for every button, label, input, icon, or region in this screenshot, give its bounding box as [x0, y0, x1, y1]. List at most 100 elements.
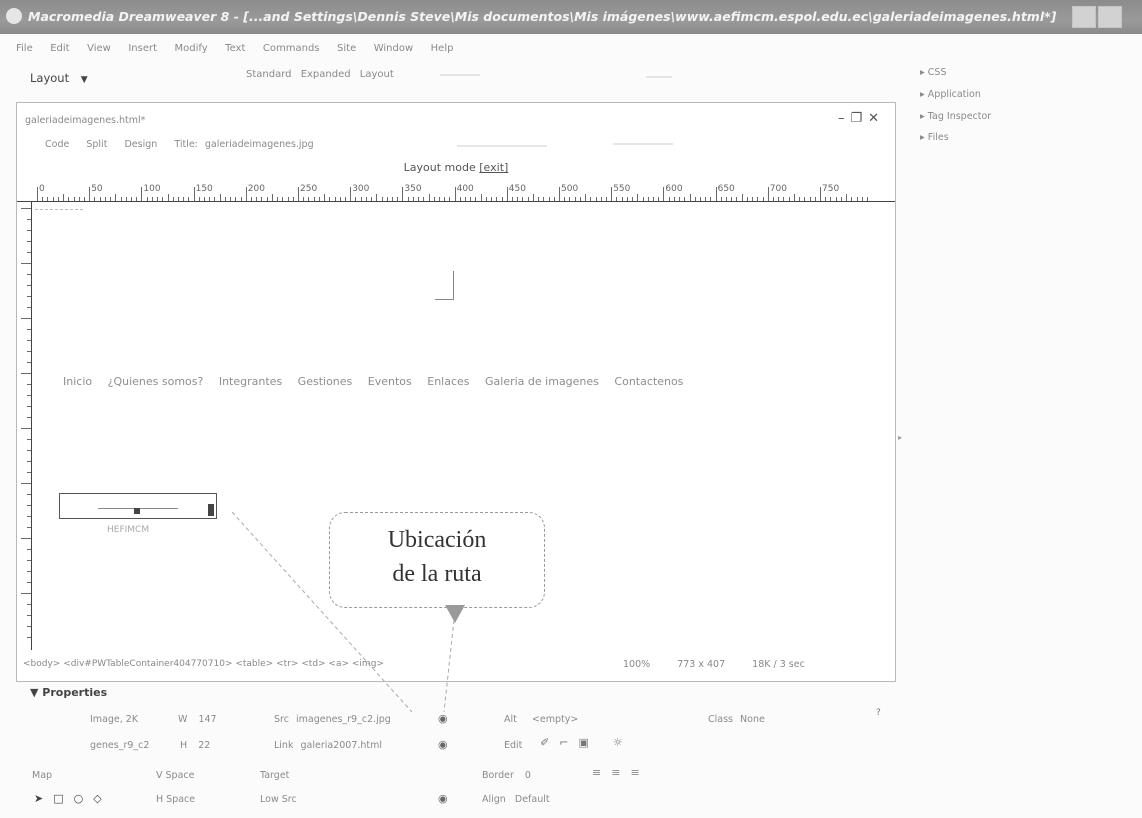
title-input[interactable]: galeriadeimagenes.jpg — [205, 139, 314, 150]
ruler-minor-tick — [465, 197, 467, 201]
help-icon[interactable]: ? — [876, 708, 881, 718]
pointer-hotspot-icon[interactable]: ➤ — [34, 792, 43, 805]
w-label: W — [178, 714, 188, 725]
nav-link-integrantes[interactable]: Integrantes — [219, 375, 282, 388]
restore-doc-icon[interactable]: ❐ — [850, 111, 868, 126]
document-tab[interactable]: galeriadeimagenes.html* — [25, 115, 145, 126]
vruler-tick — [27, 241, 31, 242]
vruler-tick — [27, 461, 31, 462]
align-center-icon[interactable]: ≡ — [611, 766, 620, 779]
status-bar: 100% 773 x 407 18K / 3 sec — [623, 659, 829, 670]
h-field[interactable]: 22 — [198, 740, 210, 751]
vruler-tick — [27, 274, 31, 275]
resize-handle-bottom[interactable] — [134, 508, 140, 514]
doc-toolbar-icons[interactable] — [457, 145, 547, 147]
nav-link-gestiones[interactable]: Gestiones — [298, 375, 353, 388]
layout-tools-icon[interactable] — [440, 74, 480, 76]
optimize-icon[interactable]: ✐ — [540, 736, 549, 749]
vruler-tick — [27, 472, 31, 473]
layout-mode-exit-link[interactable]: [exit] — [479, 161, 508, 174]
ruler-minor-tick — [423, 197, 425, 201]
brightness-icon[interactable]: ☼ — [613, 736, 623, 749]
class-select[interactable]: None — [740, 714, 765, 725]
ruler-minor-tick — [527, 197, 529, 201]
nav-link-quienes-somos[interactable]: ¿Quienes somos? — [108, 375, 204, 388]
vruler-tick — [27, 384, 31, 385]
ruler-minor-tick — [757, 197, 759, 201]
panel-collapse-arrow-icon[interactable]: ▸ — [898, 433, 902, 442]
design-view-button[interactable]: Design — [124, 139, 157, 150]
minimize-doc-icon[interactable]: – — [838, 111, 851, 126]
minimize-button[interactable] — [1072, 6, 1096, 28]
border-field[interactable]: 0 — [525, 770, 531, 781]
panel-tag-inspector[interactable]: ▸ Tag Inspector — [920, 111, 991, 122]
nav-link-enlaces[interactable]: Enlaces — [427, 375, 469, 388]
target-label: Target — [260, 770, 290, 781]
ruler-minor-tick — [856, 197, 858, 201]
resize-handle-right[interactable] — [208, 504, 214, 516]
maximize-button[interactable] — [1098, 6, 1122, 28]
menu-site[interactable]: Site — [337, 43, 356, 54]
selected-image[interactable] — [59, 493, 217, 519]
properties-header[interactable]: ▼ Properties — [30, 686, 107, 699]
resample-icon[interactable]: ▣ — [578, 736, 588, 749]
layout-mode-label: Layout mode — [403, 161, 476, 174]
alt-field[interactable]: <empty> — [532, 714, 578, 725]
ruler-minor-tick — [365, 197, 367, 201]
polygon-hotspot-icon[interactable]: ◇ — [93, 792, 101, 805]
menu-edit[interactable]: Edit — [50, 43, 69, 54]
hspace-label: H Space — [156, 794, 196, 805]
menu-view[interactable]: View — [87, 43, 111, 54]
layout-more-icon[interactable] — [646, 76, 672, 78]
align-right-icon[interactable]: ≡ — [630, 766, 639, 779]
tab-layout[interactable]: Layout — [360, 69, 394, 80]
insert-category-dropdown[interactable]: Layout ▼ — [30, 71, 88, 85]
ruler-minor-tick — [470, 197, 472, 201]
point-to-file-icon[interactable]: ◉ — [438, 712, 448, 725]
layout-table-tab[interactable] — [35, 209, 83, 218]
panel-application[interactable]: ▸ Application — [920, 89, 981, 100]
link-field[interactable]: galeria2007.html — [301, 740, 383, 751]
lowsrc-point-icon[interactable]: ◉ — [438, 792, 448, 805]
ruler-minor-tick — [652, 197, 654, 201]
tab-expanded[interactable]: Expanded — [301, 69, 351, 80]
ruler-minor-tick — [371, 197, 373, 201]
nav-link-eventos[interactable]: Eventos — [368, 375, 412, 388]
menu-commands[interactable]: Commands — [263, 43, 320, 54]
ruler-label: 300 — [352, 184, 370, 194]
panel-files[interactable]: ▸ Files — [920, 132, 949, 143]
nav-link-inicio[interactable]: Inicio — [63, 375, 92, 388]
nav-link-galeria[interactable]: Galeria de imagenes — [485, 375, 599, 388]
tab-standard[interactable]: Standard — [246, 69, 292, 80]
menu-help[interactable]: Help — [431, 43, 454, 54]
image-id-field[interactable]: genes_r9_c2 — [90, 740, 149, 751]
menu-insert[interactable]: Insert — [128, 43, 157, 54]
link-point-to-file-icon[interactable]: ◉ — [438, 738, 448, 751]
menu-text[interactable]: Text — [225, 43, 245, 54]
window-size[interactable]: 773 x 407 — [677, 659, 725, 670]
w-field[interactable]: 147 — [198, 714, 216, 725]
code-view-button[interactable]: Code — [45, 139, 69, 150]
split-view-button[interactable]: Split — [86, 139, 107, 150]
ruler-minor-tick — [736, 197, 738, 201]
close-doc-icon[interactable]: ✕ — [868, 111, 885, 126]
crop-icon[interactable]: ⌐ — [559, 736, 568, 749]
align-left-icon[interactable]: ≡ — [592, 766, 601, 779]
nav-link-contactenos[interactable]: Contactenos — [614, 375, 683, 388]
align-select[interactable]: Default — [515, 794, 550, 805]
doc-toolbar-icons-2[interactable] — [613, 143, 673, 145]
tag-selector[interactable]: <body> <div#PWTableContainer404770710> <… — [23, 659, 384, 669]
ruler-label: 200 — [247, 184, 265, 194]
rect-hotspot-icon[interactable]: □ — [53, 792, 63, 805]
circle-hotspot-icon[interactable]: ○ — [74, 792, 84, 805]
src-field[interactable]: imagenes_r9_c2.jpg — [296, 714, 391, 725]
menu-file[interactable]: File — [16, 43, 33, 54]
panel-css[interactable]: ▸ CSS — [920, 67, 947, 78]
ruler-minor-tick — [125, 197, 127, 201]
zoom-level[interactable]: 100% — [623, 659, 650, 670]
menu-window[interactable]: Window — [374, 43, 413, 54]
ruler-minor-tick — [579, 197, 581, 201]
ruler-minor-tick — [344, 197, 346, 201]
menu-modify[interactable]: Modify — [175, 43, 208, 54]
document-toolbar: Code Split Design Title: galeriadeimagen… — [45, 139, 328, 150]
